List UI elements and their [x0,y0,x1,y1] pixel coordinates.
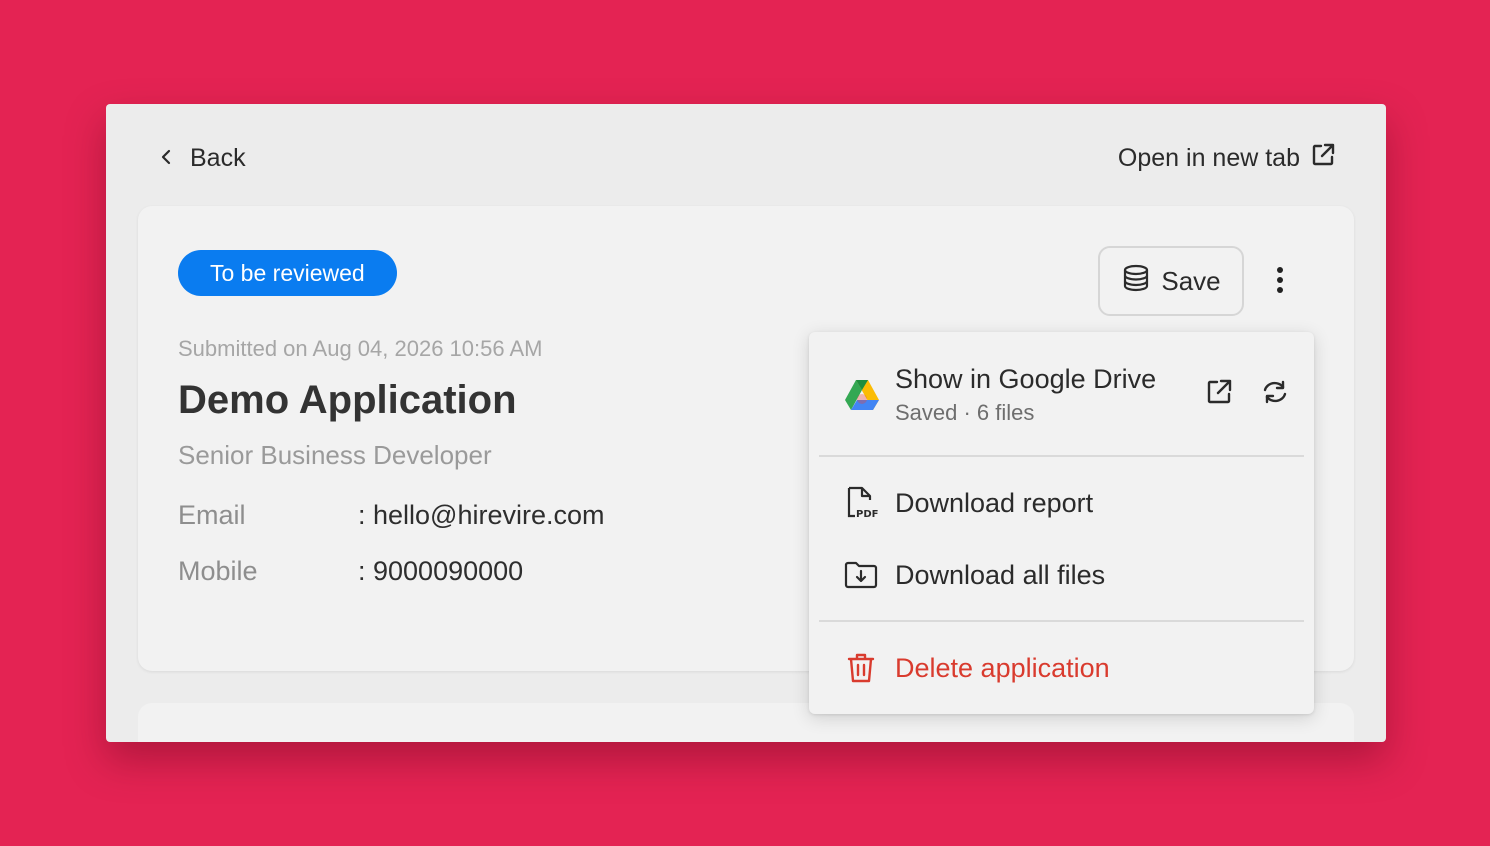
open-in-new-tab-link[interactable]: Open in new tab [1118,140,1336,176]
email-value: : hello@hirevire.com [358,500,605,530]
open-drive-external-icon[interactable] [1205,378,1233,406]
mobile-row: Mobile : 9000090000 [178,556,523,587]
google-drive-item[interactable]: Show in Google Drive Saved · 6 files [809,332,1314,456]
save-button[interactable]: Save [1098,246,1244,316]
open-in-new-tab-label: Open in new tab [1117,143,1300,172]
application-window: Back Open in new tab To be reviewed Subm… [106,104,1386,742]
email-label: Email [178,500,246,530]
trash-icon [843,650,879,686]
status-badge[interactable]: To be reviewed [178,250,397,296]
pdf-file-icon: PDF [843,485,879,521]
svg-text:PDF: PDF [856,509,878,520]
download-report-item[interactable]: PDF Download report [809,474,1314,532]
download-report-label: Download report [895,487,1094,518]
sync-icon[interactable] [1261,378,1289,406]
submitted-date: Submitted on Aug 04, 2026 10:56 AM [178,336,543,361]
delete-application-label: Delete application [895,652,1110,683]
menu-divider [819,620,1304,622]
options-menu: Show in Google Drive Saved · 6 files PDF… [809,332,1314,714]
google-drive-status: Saved · 6 files [895,400,1035,425]
back-label: Back [190,143,246,172]
mobile-label: Mobile [178,556,258,586]
kebab-icon [1276,266,1284,299]
back-button[interactable]: Back [158,140,246,176]
google-drive-icon [845,378,879,410]
more-options-button[interactable] [1262,262,1298,302]
delete-application-item[interactable]: Delete application [809,639,1314,697]
menu-divider [819,455,1304,457]
top-bar: Back Open in new tab [106,104,1386,204]
email-row: Email : hello@hirevire.com [178,500,605,531]
save-label: Save [1161,265,1221,296]
chevron-left-icon [158,144,176,173]
database-icon [1121,263,1151,300]
google-drive-title: Show in Google Drive [895,364,1157,394]
application-title: Demo Application [178,378,517,422]
external-link-icon [1310,142,1336,175]
folder-download-icon [843,557,879,593]
download-all-files-item[interactable]: Download all files [809,546,1314,604]
download-all-files-label: Download all files [895,559,1106,590]
application-role: Senior Business Developer [178,440,492,470]
mobile-value: : 9000090000 [358,556,524,586]
